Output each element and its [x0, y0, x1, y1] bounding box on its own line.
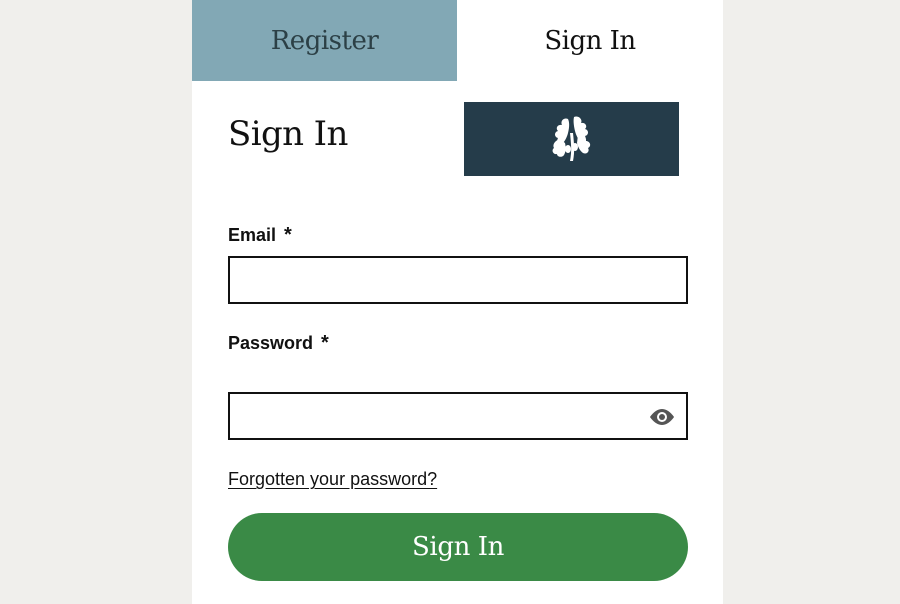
email-label: Email * [228, 224, 292, 247]
password-field[interactable] [228, 392, 688, 440]
required-marker: * [284, 224, 292, 246]
sign-in-panel: Register Sign In Sign In Email * Password… [192, 0, 723, 604]
page-title: Sign In [228, 114, 348, 154]
show-password-toggle[interactable] [646, 404, 678, 430]
tab-sign-in[interactable]: Sign In [457, 0, 723, 81]
brand-logo [464, 102, 679, 176]
eye-icon [650, 409, 674, 425]
required-marker: * [321, 332, 329, 354]
password-label: Password * [228, 332, 329, 355]
email-label-text: Email [228, 225, 277, 245]
oak-leaf-logo-icon [552, 116, 590, 161]
sign-in-button[interactable]: Sign In [228, 513, 688, 581]
password-label-text: Password [228, 333, 314, 353]
forgot-password-link[interactable]: Forgotten your password? [228, 469, 437, 490]
email-field[interactable] [228, 256, 688, 304]
tab-register[interactable]: Register [192, 0, 457, 81]
